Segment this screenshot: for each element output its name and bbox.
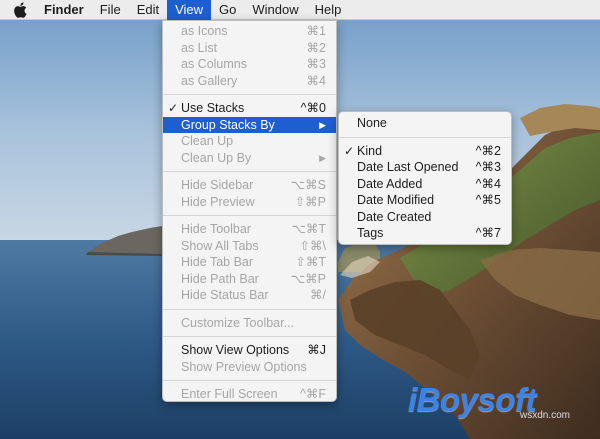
menubar-item-view[interactable]: View [167, 0, 212, 20]
menu-item-label: Tags [357, 226, 384, 240]
menu-separator [163, 171, 336, 172]
menu-item-label: Hide Tab Bar [181, 255, 254, 269]
menu-item-label: Clean Up By [181, 150, 252, 165]
menubar-app-finder[interactable]: Finder [41, 0, 92, 20]
menu-item-customize-toolbar: Customize Toolbar... [163, 315, 336, 332]
menu-separator [339, 136, 511, 138]
menu-item-label: Customize Toolbar... [181, 315, 295, 330]
apple-icon[interactable] [13, 1, 28, 18]
watermark-logo: iBoysoft [408, 381, 537, 418]
checkmark-icon: ✓ [168, 101, 179, 115]
menu-separator [163, 380, 336, 381]
menu-item-date-created[interactable]: Date Created [339, 209, 511, 226]
menu-item-shortcut: ⌥⌘S [290, 178, 326, 192]
menu-item-label: None [357, 116, 387, 130]
menu-item-label: Group Stacks By [181, 117, 275, 132]
menu-item-shortcut: ⇧⌘\ [299, 238, 326, 253]
menu-item-date-modified[interactable]: Date Modified ^⌘5 [339, 192, 511, 209]
menu-item-shortcut: ^⌘7 [475, 226, 501, 240]
menu-item-label: Date Last Opened [357, 160, 459, 174]
menu-item-label: Date Added [357, 176, 423, 191]
menu-item-shortcut: ⌘1 [306, 24, 326, 38]
menu-item-date-last-opened[interactable]: Date Last Opened ^⌘3 [339, 159, 511, 176]
menu-item-label: Show All Tabs [181, 238, 259, 253]
menu-item-hide-tab-bar: Hide Tab Bar ⇧⌘T [163, 254, 336, 271]
menu-separator [163, 308, 336, 310]
watermark-site: wsxdn.com [520, 410, 571, 421]
menubar-item-window[interactable]: Window [244, 0, 306, 20]
chevron-right-icon: ▶ [319, 152, 326, 163]
menu-item-label: Show Preview Options [181, 359, 307, 374]
menu-separator [163, 336, 336, 337]
menu-item-shortcut: ⌘2 [306, 40, 326, 55]
menu-item-label: Enter Full Screen [181, 387, 278, 401]
menu-item-label: Clean Up [181, 134, 234, 148]
menu-item-shortcut: ⌘3 [306, 57, 326, 71]
menu-item-label: Hide Preview [181, 194, 255, 209]
menu-item-label: Show View Options [181, 343, 290, 357]
menu-item-show-all-tabs: Show All Tabs ⇧⌘\ [163, 238, 336, 255]
menu-item-label: as Columns [181, 57, 247, 71]
menu-item-shortcut: ⌥⌘P [290, 271, 326, 286]
menu-item-shortcut: ⌥⌘T [291, 222, 326, 236]
menu-item-hide-path-bar: Hide Path Bar ⌥⌘P [163, 271, 336, 288]
menu-item-as-list: as List ⌘2 [163, 40, 336, 57]
menu-item-group-stacks-by[interactable]: Group Stacks By ▶ [163, 116, 336, 133]
menu-item-label: as List [181, 40, 218, 55]
menu-item-shortcut: ⇧⌘P [294, 194, 326, 209]
menu-item-hide-sidebar: Hide Sidebar ⌥⌘S [163, 177, 336, 194]
chevron-right-icon: ▶ [319, 119, 326, 130]
menu-item-show-preview-options: Show Preview Options [163, 359, 336, 376]
menu-item-as-icons: as Icons ⌘1 [163, 23, 336, 40]
view-menu: as Icons ⌘1 as List ⌘2 as Columns ⌘3 as Galler… [162, 20, 337, 402]
group-stacks-by-submenu: None ✓ Kind ^⌘2 Date Last Opened ^⌘3 Date Adde… [338, 111, 512, 245]
menu-item-as-gallery: as Gallery ⌘4 [163, 73, 336, 90]
menu-item-clean-up: Clean Up [163, 133, 336, 150]
menu-item-label: Hide Path Bar [181, 271, 259, 286]
menu-separator [163, 215, 336, 216]
menu-item-hide-toolbar: Hide Toolbar ⌥⌘T [163, 221, 336, 238]
menu-item-none[interactable]: None [339, 115, 511, 132]
menu-item-shortcut: ⌘4 [306, 73, 326, 88]
menu-item-clean-up-by: Clean Up By ▶ [163, 150, 336, 167]
menu-item-shortcut: ^⌘3 [475, 160, 501, 174]
menu-item-shortcut: ⌘J [307, 343, 326, 357]
menu-item-shortcut: ^⌘4 [475, 176, 501, 191]
menu-item-label: Kind [357, 143, 383, 158]
menu-item-label: Hide Sidebar [181, 178, 254, 192]
menubar-item-edit[interactable]: Edit [129, 0, 167, 20]
menu-item-label: as Gallery [181, 73, 238, 88]
menu-item-enter-full-screen: Enter Full Screen ^⌘F [163, 386, 336, 403]
menu-item-kind[interactable]: ✓ Kind ^⌘2 [339, 143, 511, 160]
menubar-item-help[interactable]: Help [307, 0, 350, 20]
menu-item-shortcut: ^⌘0 [300, 101, 326, 115]
menu-item-label: Date Modified [357, 193, 435, 207]
menu-item-use-stacks[interactable]: ✓ Use Stacks ^⌘0 [163, 100, 336, 117]
menu-item-shortcut: ⌘/ [310, 288, 326, 302]
menu-item-as-columns: as Columns ⌘3 [163, 56, 336, 73]
menubar-item-go[interactable]: Go [211, 0, 244, 20]
menubar-item-file[interactable]: File [92, 0, 129, 20]
menu-separator [163, 94, 336, 95]
menu-item-label: Hide Status Bar [181, 288, 269, 302]
menu-item-label: as Icons [181, 24, 228, 38]
menu-item-label: Hide Toolbar [181, 222, 251, 236]
menu-item-shortcut: ⇧⌘T [295, 255, 326, 269]
menu-item-shortcut: ^⌘2 [475, 143, 501, 158]
menu-item-hide-preview: Hide Preview ⇧⌘P [163, 194, 336, 211]
menu-item-label: Use Stacks [181, 101, 245, 115]
menu-item-hide-status-bar: Hide Status Bar ⌘/ [163, 287, 336, 304]
menu-item-shortcut: ^⌘F [299, 387, 326, 401]
menu-item-show-view-options[interactable]: Show View Options ⌘J [163, 342, 336, 359]
checkmark-icon: ✓ [344, 143, 355, 158]
menu-item-label: Date Created [357, 209, 432, 224]
menu-item-tags[interactable]: Tags ^⌘7 [339, 225, 511, 242]
menu-item-shortcut: ^⌘5 [475, 193, 501, 207]
menu-item-date-added[interactable]: Date Added ^⌘4 [339, 176, 511, 193]
menu-bar: Finder File Edit View Go Window Help [0, 0, 600, 20]
